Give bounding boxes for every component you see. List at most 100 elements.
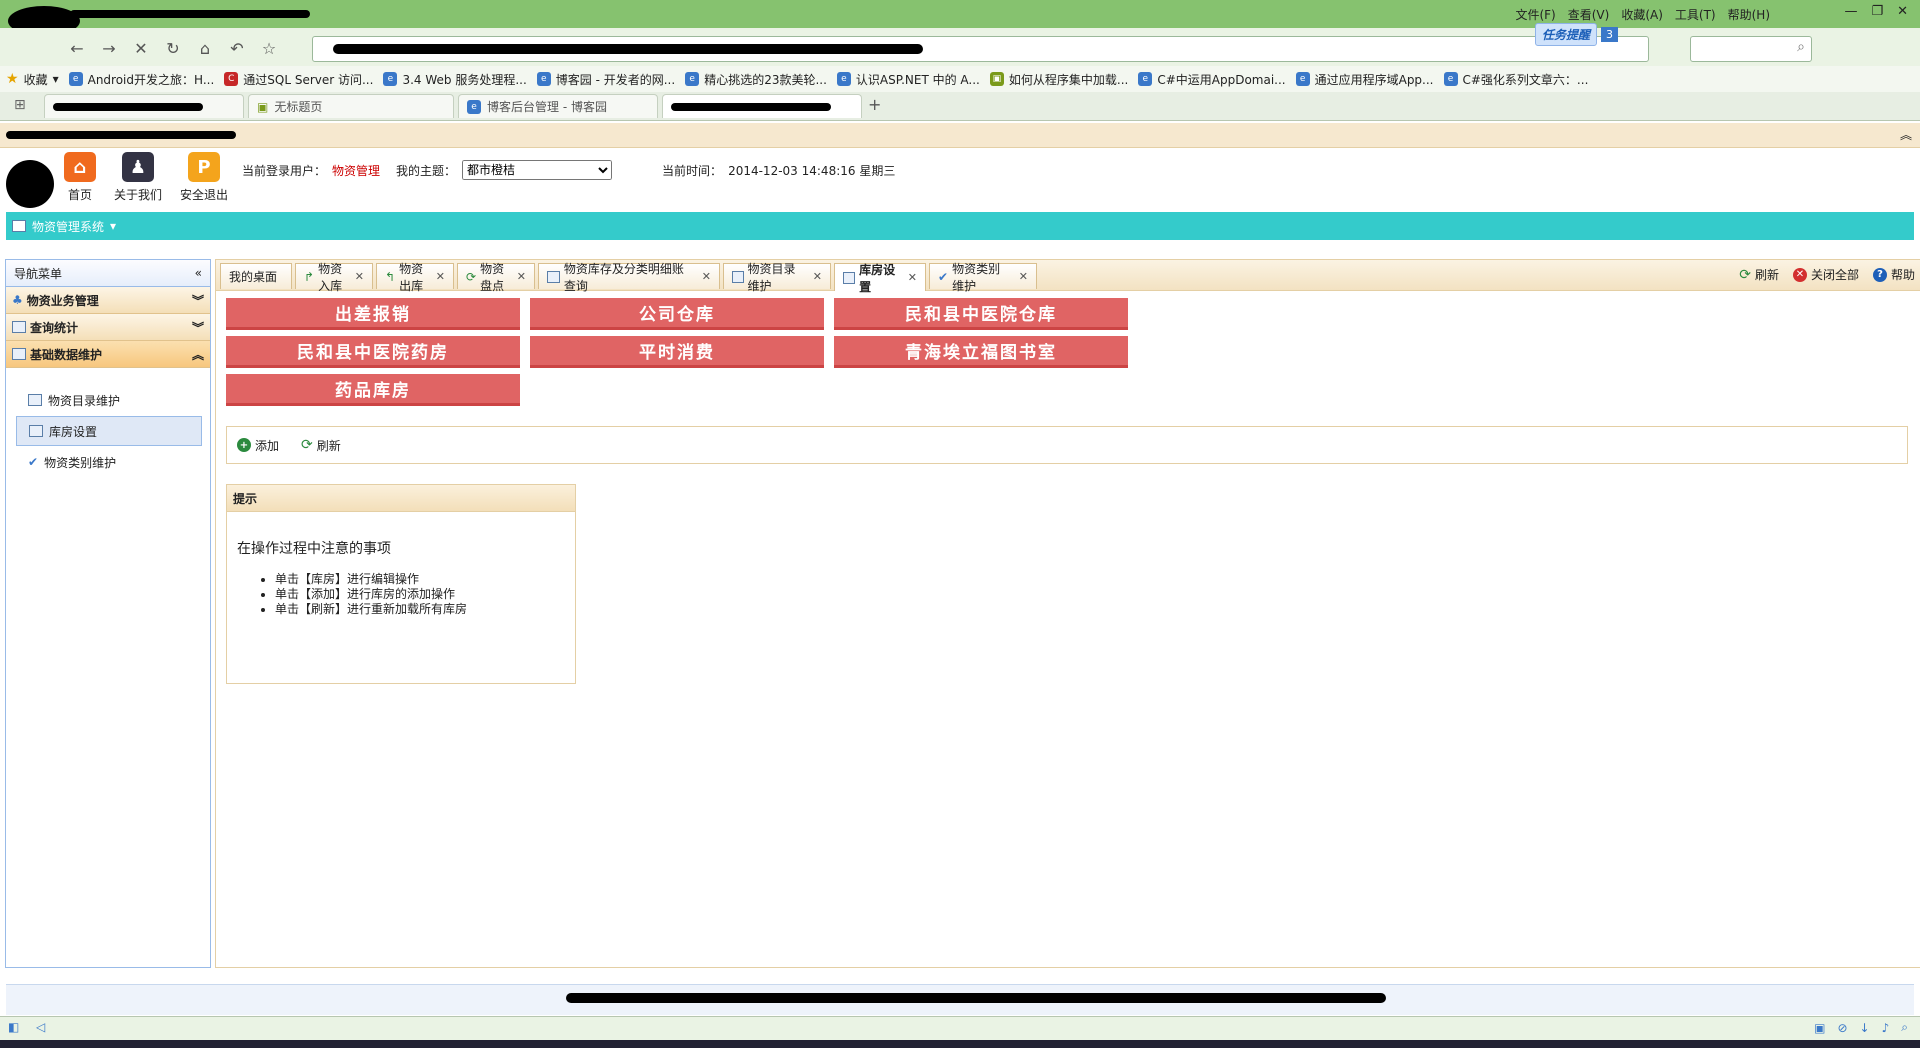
forward-icon[interactable]: → <box>98 37 120 59</box>
close-tab-icon[interactable]: ✕ <box>702 270 711 283</box>
collapse-up-icon[interactable]: ︽ <box>1900 126 1912 143</box>
bookmark-item[interactable]: e 博客园 - 开发者的网... <box>536 71 675 88</box>
warehouse-button[interactable]: 青海埃立福图书室 <box>834 336 1128 368</box>
chevron-down-icon: ▾ <box>110 219 117 233</box>
logout-icon: P <box>188 152 221 182</box>
bookmark-item[interactable]: ▣ 如何从程序集中加载... <box>989 71 1128 88</box>
sidebar-item-category[interactable]: ✔ 物资类别维护 <box>16 448 202 476</box>
refresh-icon: ⟳ <box>1739 266 1751 283</box>
sidebar-section-business[interactable]: ♣ 物资业务管理 ︾ <box>6 287 210 314</box>
add-button[interactable]: + 添加 <box>237 437 279 454</box>
search-box[interactable]: ⌕ <box>1690 36 1812 62</box>
new-tab-icon[interactable]: + <box>868 95 881 114</box>
status-block-icon[interactable]: ⊘ <box>1837 1021 1847 1035</box>
status-download-icon[interactable]: ↓ <box>1860 1021 1870 1035</box>
close-all-button[interactable]: ✕ 关闭全部 <box>1792 266 1859 283</box>
page-icon: ▣ <box>257 99 269 114</box>
bookmark-item[interactable]: e Android开发之旅：H... <box>68 71 214 88</box>
tab-category[interactable]: ✔ 物资类别维护 ✕ <box>929 262 1037 293</box>
reload-icon[interactable]: ↻ <box>162 37 184 59</box>
warehouse-button[interactable]: 药品库房 <box>226 374 520 406</box>
bookmark-favorites[interactable]: ★ 收藏 ▾ <box>6 71 59 88</box>
tip-header: 提示 <box>227 485 575 512</box>
sidebar-section-basedata[interactable]: 基础数据维护 ︽ <box>6 341 210 368</box>
close-tab-icon[interactable]: ✕ <box>908 271 917 284</box>
menu-favorites[interactable]: 收藏(A) <box>1621 6 1663 23</box>
browser-tab-active[interactable] <box>662 94 862 118</box>
tab-stock-in[interactable]: ↱ 物资入库 ✕ <box>295 262 373 293</box>
menu-file[interactable]: 文件(F) <box>1515 6 1555 23</box>
address-bar[interactable] <box>312 36 1649 62</box>
status-volume-icon[interactable]: ♪ <box>1882 1021 1890 1035</box>
users-icon: ♣ <box>12 293 23 307</box>
menu-help[interactable]: 帮助(H) <box>1728 6 1770 23</box>
home-button[interactable]: ⌂ 首页 <box>64 152 96 203</box>
system-icon <box>12 220 26 232</box>
tab-inventory[interactable]: ⟳ 物资盘点 ✕ <box>457 262 535 293</box>
sidebar-header: 导航菜单 « <box>6 260 210 287</box>
tab-desktop[interactable]: 我的桌面 <box>220 263 292 289</box>
home-icon[interactable]: ⌂ <box>194 37 216 59</box>
menu-tools[interactable]: 工具(T) <box>1675 6 1716 23</box>
back-icon[interactable]: ← <box>66 37 88 59</box>
collapse-left-icon[interactable]: « <box>195 266 202 280</box>
refresh-button[interactable]: ⟳ 刷新 <box>1739 266 1779 283</box>
warehouse-button[interactable]: 平时消费 <box>530 336 824 368</box>
redaction-title <box>70 10 310 18</box>
add-icon: + <box>237 438 251 452</box>
browser-tab[interactable]: e 博客后台管理 - 博客园 <box>458 94 658 118</box>
bookmark-icon: ▣ <box>989 72 1004 86</box>
bookmark-item[interactable]: C 通过SQL Server 访问... <box>224 71 373 88</box>
tab-stock-out[interactable]: ↰ 物资出库 ✕ <box>376 262 454 293</box>
list-item: 单击【库房】进行编辑操作 <box>275 572 575 587</box>
close-tab-icon[interactable]: ✕ <box>517 270 526 283</box>
chevron-down-icon: ▾ <box>52 72 59 86</box>
grid-icon[interactable]: ⊞ <box>14 97 26 113</box>
tab-ledger-query[interactable]: 物资库存及分类明细账查询 ✕ <box>538 262 720 293</box>
ie-icon: e <box>467 99 481 114</box>
tip-title: 在操作过程中注意的事项 <box>237 541 391 557</box>
task-reminder[interactable]: 任务提醒 3 <box>1535 22 1619 46</box>
status-tool-icon[interactable]: ▣ <box>1814 1021 1825 1035</box>
bookmark-item[interactable]: e 通过应用程序域App... <box>1295 71 1434 88</box>
warehouse-button[interactable]: 公司仓库 <box>530 298 824 330</box>
zoom-icon[interactable]: ⌕ <box>1901 1020 1908 1035</box>
list-item: 单击【刷新】进行重新加载所有库房 <box>275 602 575 617</box>
bookmark-item[interactable]: e 认识ASP.NET 中的 A... <box>836 71 980 88</box>
tab-warehouse[interactable]: 库房设置 ✕ <box>834 263 926 294</box>
bookmark-item[interactable]: e 3.4 Web 服务处理程... <box>383 71 527 88</box>
close-tab-icon[interactable]: ✕ <box>355 270 364 283</box>
warehouse-button[interactable]: 民和县中医院药房 <box>226 336 520 368</box>
warehouse-button[interactable]: 民和县中医院仓库 <box>834 298 1128 330</box>
sidebar-section-query[interactable]: 查询统计 ︾ <box>6 314 210 341</box>
system-menu-bar: 物资管理系统 ▾ <box>6 212 1914 240</box>
browser-tab[interactable] <box>44 94 244 118</box>
status-sound-icon[interactable]: ◁ <box>36 1020 45 1034</box>
search-icon[interactable]: ⌕ <box>1797 39 1805 55</box>
favorite-star-icon[interactable]: ☆ <box>258 37 280 59</box>
logout-button[interactable]: P 安全退出 <box>180 152 228 203</box>
theme-select[interactable]: 都市橙桔 <box>462 160 613 180</box>
stop-icon[interactable]: ✕ <box>130 37 152 59</box>
tab-catalog[interactable]: 物资目录维护 ✕ <box>723 262 831 293</box>
about-button[interactable]: ♟ 关于我们 <box>114 152 162 203</box>
close-tab-icon[interactable]: ✕ <box>436 270 445 283</box>
close-tab-icon[interactable]: ✕ <box>1019 270 1028 283</box>
toolbar-refresh-button[interactable]: ⟳ 刷新 <box>301 437 341 454</box>
minimize-icon[interactable]: — <box>1844 4 1857 19</box>
browser-tab[interactable]: ▣ 无标题页 <box>248 94 454 118</box>
bookmark-item[interactable]: e 精心挑选的23款美轮... <box>685 71 827 88</box>
warehouse-button[interactable]: 出差报销 <box>226 298 520 330</box>
system-menu-button[interactable]: 物资管理系统 ▾ <box>12 218 116 235</box>
help-button[interactable]: ? 帮助 <box>1872 266 1915 283</box>
sidebar-item-warehouse[interactable]: 库房设置 <box>16 416 202 446</box>
close-tab-icon[interactable]: ✕ <box>813 270 822 283</box>
restore-icon[interactable]: ❐ <box>1871 4 1883 19</box>
status-info-icon[interactable]: ◧ <box>8 1020 19 1034</box>
sidebar-item-catalog[interactable]: 物资目录维护 <box>16 386 202 414</box>
bookmark-item[interactable]: e C#强化系列文章六：... <box>1443 71 1588 88</box>
undo-icon[interactable]: ↶ <box>226 37 248 59</box>
close-icon[interactable]: ✕ <box>1897 4 1908 19</box>
menu-view[interactable]: 查看(V) <box>1568 6 1610 23</box>
bookmark-item[interactable]: e C#中运用AppDomai... <box>1138 71 1286 88</box>
